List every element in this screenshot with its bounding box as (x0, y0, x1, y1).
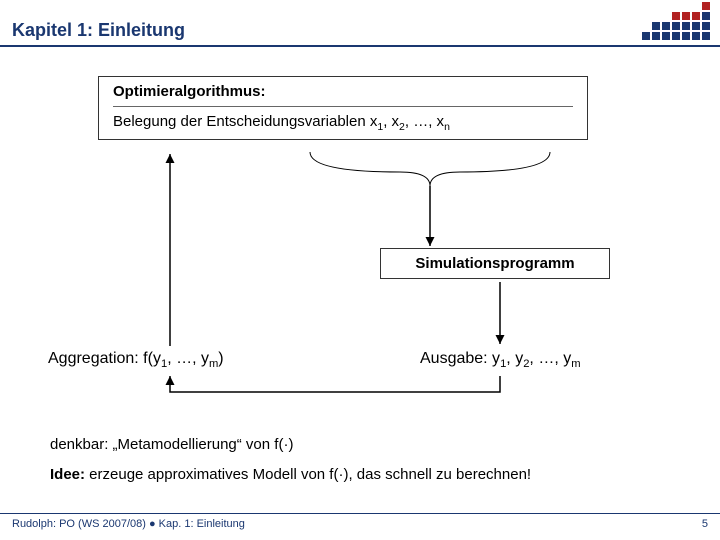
text: ) (218, 350, 223, 367)
note-metamodel: denkbar: „Metamodellierung“ von f(·) (50, 436, 293, 453)
chapter-title: Kapitel 1: Einleitung (12, 20, 708, 41)
text: , …, y (529, 350, 571, 367)
idea-label: Idee: (50, 466, 85, 483)
text: , …, x (405, 113, 444, 130)
sub: m (571, 358, 580, 370)
text: Aggregation: f(y (48, 350, 161, 367)
simulation-box: Simulationsprogramm (380, 248, 610, 279)
optimizer-heading: Optimieralgorithmus: (113, 83, 573, 107)
text: Ausgabe: y (420, 350, 500, 367)
footer-left: Rudolph: PO (WS 2007/08) ● Kap. 1: Einle… (12, 518, 245, 530)
text: denkbar: „Metamodellierung“ von f(·) (50, 436, 293, 453)
text: , …, y (167, 350, 209, 367)
slide-header: Kapitel 1: Einleitung (0, 20, 720, 47)
note-idea: Idee: erzeuge approximatives Modell von … (50, 466, 531, 483)
text: , y (506, 350, 523, 367)
page-number: 5 (702, 518, 708, 530)
simulation-label: Simulationsprogramm (415, 255, 574, 272)
output-text: Ausgabe: y1, y2, …, ym (420, 350, 581, 370)
optimizer-box: Optimieralgorithmus: Belegung der Entsch… (98, 76, 588, 140)
idea-text: erzeuge approximatives Modell von f(·), … (85, 466, 531, 483)
sub: m (209, 358, 218, 370)
slide-footer: Rudolph: PO (WS 2007/08) ● Kap. 1: Einle… (0, 513, 720, 530)
text: , x (383, 113, 399, 130)
aggregation-text: Aggregation: f(y1, …, ym) (48, 350, 224, 370)
sub: n (444, 121, 450, 133)
text: Belegung der Entscheidungsvariablen x (113, 113, 377, 130)
optimizer-body: Belegung der Entscheidungsvariablen x1, … (113, 113, 573, 133)
